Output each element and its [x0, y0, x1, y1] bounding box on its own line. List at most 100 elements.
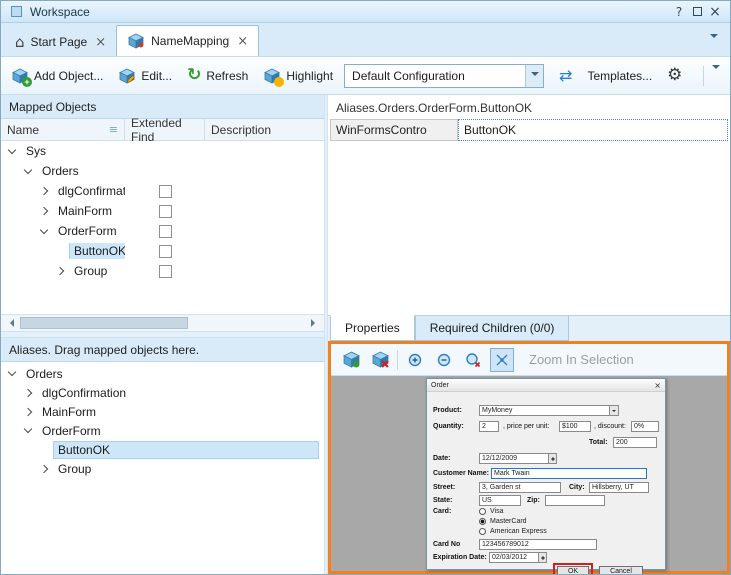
object-row[interactable]: WinFormsContro ButtonOK	[330, 119, 728, 141]
preview-canvas[interactable]: Order × Product: MyMoney Quantity: 2 , p…	[331, 376, 727, 571]
toolbar-overflow-button[interactable]	[712, 69, 720, 83]
tree-row[interactable]: Orders	[1, 161, 324, 181]
tree-item-label[interactable]: ButtonOK	[54, 442, 318, 458]
update-mapping-icon[interactable]: ⇄	[559, 68, 572, 84]
zoom-out-button[interactable]	[432, 348, 456, 372]
tab-name-mapping[interactable]: NameMapping ×	[116, 25, 259, 56]
close-tab-icon[interactable]: ×	[95, 36, 106, 49]
expander-icon[interactable]	[24, 165, 32, 173]
product-combobox[interactable]: MyMoney	[479, 405, 619, 416]
dropdown-arrow[interactable]	[525, 65, 543, 87]
customer-name-field[interactable]: Mark Twain	[491, 468, 647, 479]
price-field[interactable]: $100	[559, 421, 591, 432]
horizontal-scrollbar[interactable]	[1, 314, 324, 331]
scrollbar-thumb[interactable]	[20, 317, 188, 329]
zoom-in-button[interactable]	[403, 348, 427, 372]
tree-row[interactable]: OrderForm	[1, 421, 324, 440]
gear-icon[interactable]: ⚙	[667, 67, 682, 84]
expander-icon[interactable]	[40, 464, 48, 472]
state-field[interactable]: US	[479, 495, 521, 506]
expander-icon[interactable]	[8, 368, 16, 376]
scroll-left-button[interactable]	[3, 319, 17, 327]
column-extended-find[interactable]: Extended Find	[125, 119, 205, 140]
tree-item-label[interactable]: MainForm	[38, 404, 100, 420]
tree-row[interactable]: Group	[1, 459, 324, 478]
close-tab-icon[interactable]: ×	[237, 35, 248, 48]
card-no-field[interactable]: 123456789012	[479, 539, 597, 550]
extended-find-checkbox[interactable]	[159, 245, 172, 258]
radio-american-express-label[interactable]: American Express	[490, 528, 547, 535]
zip-field[interactable]	[545, 495, 605, 506]
close-icon[interactable]: ×	[654, 381, 661, 390]
help-button[interactable]: ?	[670, 4, 688, 20]
zoom-in-selection-button[interactable]	[490, 348, 514, 372]
extended-find-checkbox[interactable]	[159, 205, 172, 218]
total-field[interactable]: 200	[613, 437, 657, 448]
expander-icon[interactable]	[24, 388, 32, 396]
object-name-cell[interactable]: ButtonOK	[458, 119, 728, 141]
tree-item-label[interactable]: Sys	[22, 143, 50, 159]
tree-row[interactable]: dlgConfirmation	[1, 383, 324, 402]
tree-row[interactable]: dlgConfirmation	[1, 181, 324, 201]
tree-row[interactable]: MainForm	[1, 201, 324, 221]
city-field[interactable]: Hillsberry, UT	[589, 482, 649, 493]
street-field[interactable]: 3, Garden st	[479, 482, 561, 493]
tree-item-label[interactable]: Orders	[22, 366, 67, 382]
radio-visa-label[interactable]: Visa	[490, 508, 504, 515]
scroll-right-button[interactable]	[308, 319, 322, 327]
tab-start-page[interactable]: ⌂ Start Page ×	[5, 28, 116, 56]
radio-american-express[interactable]	[479, 528, 486, 535]
radio-visa[interactable]	[479, 508, 486, 515]
tree-item-label[interactable]: dlgConfirmation	[38, 385, 130, 401]
column-name[interactable]: Name ≡	[1, 119, 125, 140]
tree-item-label[interactable]: OrderForm	[38, 423, 105, 439]
cancel-button[interactable]: Cancel	[599, 566, 643, 575]
radio-mastercard-label[interactable]: MasterCard	[490, 518, 527, 525]
tab-required-children[interactable]: Required Children (0/0)	[415, 316, 570, 341]
tree-item-label[interactable]: Group	[54, 461, 95, 477]
add-object-button[interactable]: + Add Object...	[11, 67, 103, 85]
tree-item-label[interactable]: Orders	[38, 163, 83, 179]
quantity-field[interactable]: 2	[479, 421, 499, 432]
object-type-cell[interactable]: WinFormsContro	[330, 119, 458, 141]
tab-overflow-button[interactable]	[710, 38, 718, 52]
expander-icon[interactable]	[24, 425, 32, 433]
configuration-dropdown[interactable]: Default Configuration	[344, 64, 544, 88]
update-image-button[interactable]	[339, 348, 363, 372]
templates-button[interactable]: Templates...	[587, 69, 652, 83]
combo-arrow-icon[interactable]	[609, 406, 618, 415]
tree-row[interactable]: OrderForm	[1, 221, 324, 241]
refresh-button[interactable]: ↻ Refresh	[187, 67, 248, 84]
expander-icon[interactable]	[56, 267, 64, 275]
extended-find-checkbox[interactable]	[159, 225, 172, 238]
expiration-date-field[interactable]: 02/03/2012	[489, 552, 547, 563]
tree-row[interactable]: Group	[1, 261, 324, 281]
date-field[interactable]: 12/12/2009	[479, 453, 557, 464]
expander-icon[interactable]	[40, 225, 48, 233]
expander-icon[interactable]	[24, 407, 32, 415]
tree-item-label[interactable]: OrderForm	[54, 223, 121, 239]
tree-row[interactable]: Orders	[1, 364, 324, 383]
float-button[interactable]	[688, 4, 706, 20]
spinner-icon[interactable]	[548, 454, 556, 463]
extended-find-checkbox[interactable]	[159, 265, 172, 278]
tree-item-label[interactable]: Group	[70, 263, 111, 279]
expander-icon[interactable]	[40, 187, 48, 195]
tree-row-selected[interactable]: ButtonOK	[1, 241, 324, 261]
tree-item-label[interactable]: dlgConfirmation	[54, 183, 125, 199]
tree-row[interactable]: Sys	[1, 141, 324, 161]
expander-icon[interactable]	[40, 207, 48, 215]
tree-item-label[interactable]: ButtonOK	[70, 243, 125, 259]
extended-find-checkbox[interactable]	[159, 185, 172, 198]
discount-field[interactable]: 0%	[631, 421, 659, 432]
delete-image-button[interactable]	[368, 348, 392, 372]
tree-item-label[interactable]: MainForm	[54, 203, 116, 219]
zoom-reset-button[interactable]	[461, 348, 485, 372]
tree-row[interactable]: MainForm	[1, 402, 324, 421]
ok-button[interactable]: OK	[557, 566, 589, 575]
radio-mastercard[interactable]	[479, 518, 486, 525]
edit-button[interactable]: Edit...	[118, 67, 172, 85]
tree-row-selected[interactable]: ButtonOK	[1, 440, 324, 459]
spinner-icon[interactable]	[538, 553, 546, 562]
column-description[interactable]: Description	[205, 119, 324, 140]
